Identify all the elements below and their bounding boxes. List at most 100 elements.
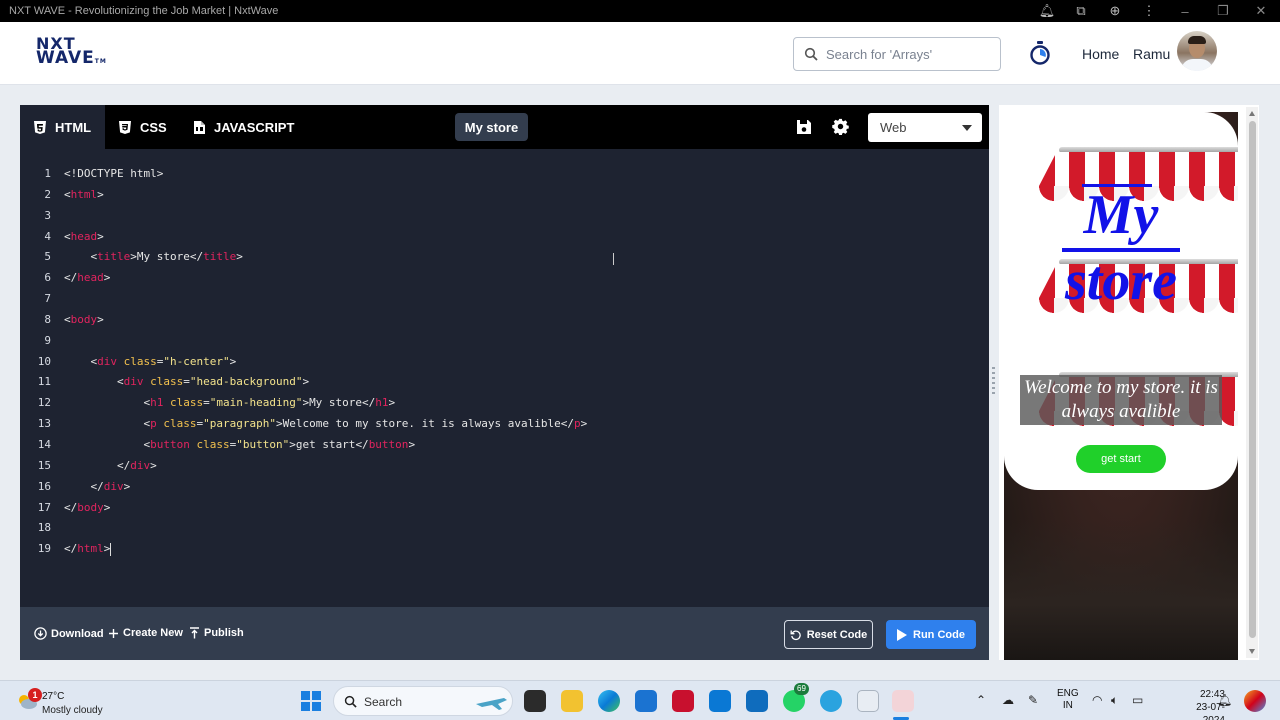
create-new-button[interactable]: Create New — [108, 627, 183, 639]
save-icon[interactable] — [796, 119, 812, 135]
taskbar-search[interactable]: Search — [333, 686, 513, 716]
play-icon — [897, 628, 908, 641]
code-line: 19 </html> — [37, 542, 112, 556]
snipping-tool-icon[interactable] — [892, 690, 914, 712]
minimize-button[interactable]: – — [1166, 4, 1204, 19]
ms-store-icon[interactable] — [635, 690, 657, 712]
mcafee-icon[interactable] — [672, 690, 694, 712]
file-viewer-app-icon[interactable] — [524, 690, 546, 712]
maximize-button[interactable]: ❐ — [1204, 3, 1242, 19]
copilot-icon[interactable] — [1244, 690, 1266, 712]
notification-bell-icon[interactable]: 🔔︎ — [1030, 3, 1064, 19]
resize-handle[interactable] — [992, 367, 995, 395]
stopwatch-icon[interactable] — [1029, 41, 1051, 65]
search-input[interactable] — [826, 46, 996, 62]
code-line: 9 — [44, 333, 51, 347]
whatsapp-badge: 69 — [794, 683, 809, 695]
code-line: 16 </div> — [37, 479, 131, 493]
app-header: NXT WAVETM Home Ramu — [0, 22, 1280, 85]
css3-icon — [119, 120, 131, 134]
weather-alert-badge: 1 — [28, 688, 42, 702]
nxtwave-logo[interactable]: NXT WAVETM — [36, 36, 106, 72]
chevron-up-icon[interactable]: ⌃ — [976, 693, 986, 707]
language-indicator[interactable]: ENG IN — [1057, 688, 1079, 712]
weather-temperature: 27°C — [42, 691, 65, 702]
search-icon — [804, 47, 818, 61]
mouse-ibeam-cursor — [613, 253, 619, 265]
js-file-icon — [194, 120, 205, 134]
pen-input-icon[interactable]: ✎ — [1028, 693, 1038, 707]
code-line: 8 <body> — [44, 312, 104, 326]
telegram-icon[interactable] — [820, 690, 842, 712]
weather-condition: Mostly cloudy — [42, 705, 103, 716]
plus-icon — [109, 628, 118, 638]
logo-line2: WAVE — [36, 48, 95, 68]
html5-icon — [34, 120, 46, 134]
tab-html-label: HTML — [55, 119, 92, 135]
notification-icon[interactable]: 🔔︎ — [1217, 693, 1232, 707]
code-editor-panel: HTML CSS JAVASCRIPT My store Web 1 <!DOCT… — [20, 105, 989, 660]
tab-css-label: CSS — [140, 119, 167, 135]
window-title: NXT WAVE - Revolutionizing the Job Marke… — [9, 5, 279, 17]
window-title-bar: NXT WAVE - Revolutionizing the Job Marke… — [0, 0, 1280, 22]
download-icon[interactable]: ⊕ — [1098, 3, 1132, 19]
windows-taskbar: 1 27°C Mostly cloudy Search 69 ⌃ ☁ ✎ ENG… — [0, 680, 1280, 720]
nxtwave-app-icon[interactable] — [857, 690, 879, 712]
reset-code-button[interactable]: Reset Code — [784, 620, 873, 649]
preview-paragraph: Welcome to my store. it is always avalib… — [1020, 375, 1222, 425]
volume-icon[interactable]: 🔈︎ — [1111, 693, 1118, 708]
user-avatar[interactable] — [1177, 31, 1217, 71]
extensions-icon[interactable]: ⧉ — [1064, 3, 1098, 19]
preview-scrollbar[interactable] — [1246, 107, 1258, 658]
view-mode-select[interactable]: Web — [868, 113, 982, 142]
user-name[interactable]: Ramu — [1133, 46, 1170, 62]
wifi-icon[interactable]: ◠ — [1092, 693, 1102, 707]
code-line: 10 <div class="h-center"> — [37, 354, 237, 368]
run-code-button[interactable]: Run Code — [886, 620, 976, 649]
cortana-app-icon[interactable] — [709, 690, 731, 712]
output-preview-panel: My store Welcome to my store. it is alway… — [999, 105, 1259, 660]
search-box[interactable] — [793, 37, 1001, 71]
close-button[interactable]: ✕ — [1242, 3, 1280, 19]
code-line: 15 </div> — [37, 458, 157, 472]
code-line: 18 — [37, 521, 51, 535]
tab-html[interactable]: HTML — [20, 105, 105, 149]
file-explorer-icon[interactable] — [561, 690, 583, 712]
weather-widget[interactable]: 1 27°C Mostly cloudy — [14, 687, 124, 717]
preview-main-heading: My store — [1065, 184, 1177, 312]
onedrive-cloud-icon[interactable]: ☁ — [1002, 693, 1014, 707]
battery-icon[interactable]: ▭ — [1132, 693, 1143, 707]
edge-browser-icon[interactable] — [598, 690, 620, 712]
publish-button[interactable]: Publish — [189, 627, 244, 639]
window-controls: 🔔︎ ⧉ ⊕ ⋮ – ❐ ✕ — [1030, 0, 1280, 22]
windows-start-icon[interactable] — [301, 691, 321, 711]
code-line: 12 <h1 class="main-heading">My store</h1… — [37, 396, 396, 410]
code-line: 7 — [44, 292, 51, 306]
airplane-icon — [476, 698, 507, 710]
editor-footer: Download Create New Publish Reset Code R… — [20, 607, 989, 660]
code-line: 13 <p class="paragraph">Welcome to my st… — [37, 417, 588, 431]
editor-tab-bar: HTML CSS JAVASCRIPT My store Web — [20, 105, 989, 149]
code-line: 4 <head> — [44, 229, 104, 243]
publish-upload-icon — [190, 627, 199, 639]
code-line: 1 <!DOCTYPE html> — [44, 167, 164, 180]
preview-head-background: My store Welcome to my store. it is alway… — [1004, 112, 1238, 490]
code-area[interactable]: 1 <!DOCTYPE html> 2 <html> 3 4 <head> 5 <ti… — [20, 164, 989, 560]
chevron-down-icon — [962, 125, 972, 131]
code-line: 3 — [44, 208, 51, 222]
download-button[interactable]: Download — [34, 627, 104, 640]
file-name-badge[interactable]: My store — [455, 113, 528, 141]
more-options-icon[interactable]: ⋮ — [1132, 3, 1166, 19]
view-mode-value: Web — [880, 120, 907, 135]
preview-get-start-button[interactable]: get start — [1076, 445, 1166, 473]
nav-home-link[interactable]: Home — [1082, 46, 1119, 62]
settings-gear-icon[interactable] — [832, 118, 849, 135]
tab-javascript[interactable]: JAVASCRIPT — [194, 105, 294, 149]
reset-icon — [790, 629, 801, 640]
whatsapp-icon[interactable]: 69 — [783, 683, 809, 712]
tab-javascript-label: JAVASCRIPT — [214, 119, 295, 135]
outlook-icon[interactable] — [746, 690, 768, 712]
tab-css[interactable]: CSS — [119, 105, 167, 149]
taskbar-search-label: Search — [364, 695, 403, 709]
code-line: 6 </head> — [44, 271, 111, 285]
